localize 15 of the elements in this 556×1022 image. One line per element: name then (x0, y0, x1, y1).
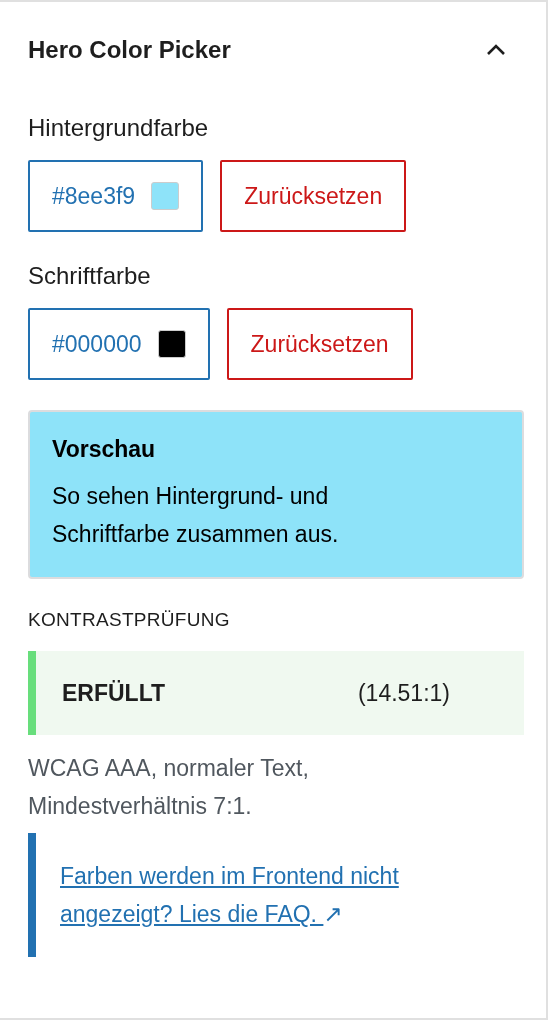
chevron-icon (486, 44, 506, 56)
panel-title: Hero Color Picker (28, 36, 231, 64)
requirement-note: WCAG AAA, normaler Text, Mindestverhältnis 7:1. (28, 754, 310, 821)
field-label: Hintergrundfarbe (28, 114, 210, 142)
result-status: ERFÜLLT (62, 679, 166, 707)
contrast-ratio: (14.51:1) (357, 679, 450, 707)
faq-link[interactable]: Farben werden im Frontend nicht angezeigt? Lies die FAQ. ↗ (60, 857, 400, 933)
field-label: Schriftfarbe (28, 262, 152, 290)
preview-text: So sehen Hintergrund- und Schriftfarbe zusammen aus. (52, 482, 340, 549)
color-picker-button[interactable]: #000000 (28, 308, 210, 380)
reset-button[interactable]: Zurücksetzen (226, 308, 413, 380)
section-heading: KONTRASTPRÜFUNG (28, 609, 231, 631)
color-picker-button[interactable]: #8ee3f9 (28, 160, 204, 232)
preview-title: Vorschau (52, 436, 157, 463)
reset-button[interactable]: Zurücksetzen (220, 160, 407, 232)
